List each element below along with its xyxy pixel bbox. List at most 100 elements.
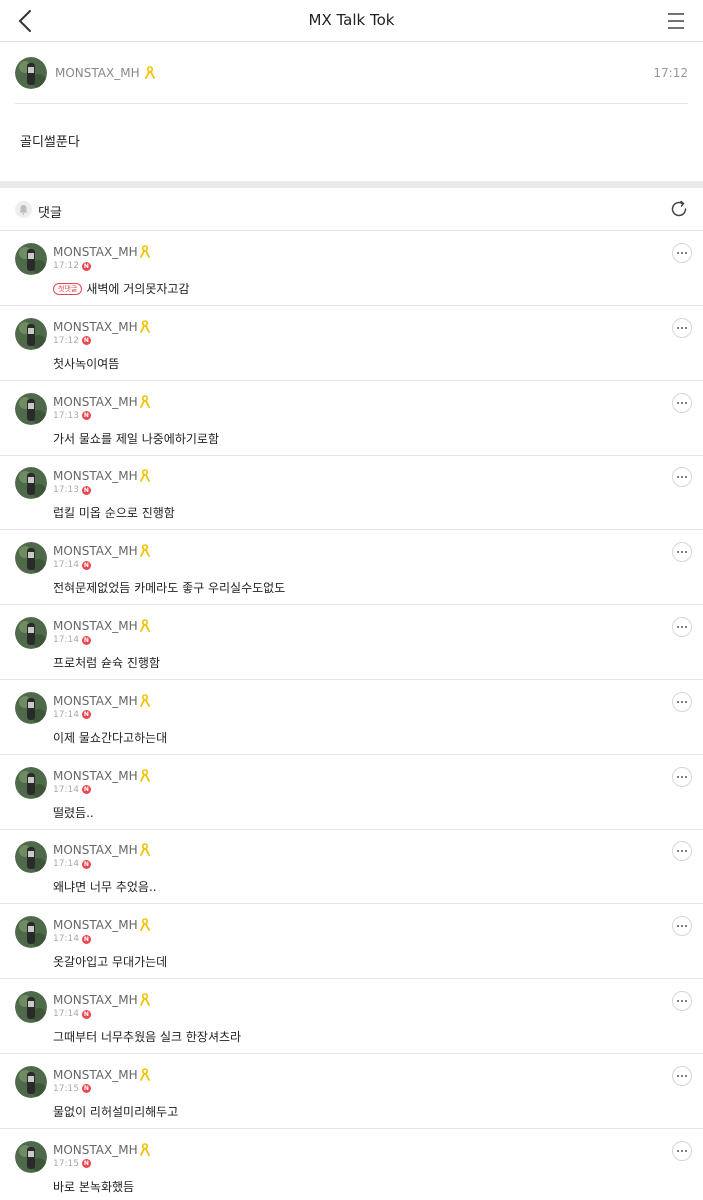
more-icon [677, 476, 679, 479]
comment-meta: 17:12 N [53, 261, 91, 271]
comment-time: 17:14 [53, 784, 79, 795]
more-icon [677, 700, 679, 703]
comment-item: MONSTAX_MH 17:15 N 물없이 리허설미리해두고 [0, 1054, 703, 1129]
comment-meta: 17:14 N [53, 934, 91, 944]
comment-time: 17:14 [53, 635, 79, 645]
more-options-button[interactable] [672, 691, 692, 712]
more-options-button[interactable] [672, 841, 692, 862]
avatar[interactable] [15, 691, 47, 724]
more-options-button[interactable] [672, 243, 692, 263]
avatar[interactable] [15, 991, 47, 1023]
avatar[interactable] [15, 1065, 47, 1098]
avatar[interactable] [15, 243, 47, 275]
more-options-button[interactable] [672, 542, 692, 563]
comment-username[interactable]: MONSTAX_MH [53, 769, 150, 783]
yellow-ribbon-icon [139, 319, 150, 333]
comment-text: 왜냐면 너무 추었음.. [53, 878, 157, 895]
more-options-button[interactable] [672, 467, 692, 488]
comment-item: MONSTAX_MH 17:14 N 그때부터 너무추웠음 실크 한장셔츠라 [0, 979, 703, 1054]
comment-username[interactable]: MONSTAX_MH [53, 320, 150, 334]
more-options-button[interactable] [672, 916, 692, 937]
comment-text: 떨렸듬.. [53, 804, 94, 821]
comment-username[interactable]: MONSTAX_MH [53, 918, 150, 932]
comment-body: 떨렸듬.. [53, 805, 94, 820]
comment-item: MONSTAX_MH 17:14 N 전혀문제없었듬 카메라도 좋구 우리실수도없도 [0, 530, 703, 606]
refresh-icon[interactable] [669, 199, 689, 219]
comment-meta: 17:14 N [53, 1009, 91, 1019]
comment-item: MONSTAX_MH 17:13 N 가서 물쇼를 제일 나중에하기로함 [0, 381, 703, 456]
avatar[interactable] [15, 392, 47, 425]
new-badge-icon: N [81, 485, 91, 495]
avatar[interactable] [15, 766, 47, 799]
comment-text: 가서 물쇼를 제일 나중에하기로함 [53, 430, 219, 447]
more-options-button[interactable] [672, 617, 692, 637]
new-badge-icon: N [81, 336, 91, 346]
new-badge-icon: N [81, 1159, 91, 1169]
comment-username[interactable]: MONSTAX_MH [53, 1143, 150, 1157]
avatar[interactable] [15, 1140, 47, 1173]
comment-time: 17:14 [53, 560, 79, 571]
comment-body: 프로처럼 슏슉 진행함 [53, 656, 160, 670]
new-badge-icon: N [81, 1009, 91, 1019]
post-body: 골디썰푼다 [20, 135, 80, 150]
yellow-ribbon-icon [145, 66, 156, 79]
comment-username[interactable]: MONSTAX_MH [53, 544, 150, 558]
comment-time: 17:14 [53, 1009, 79, 1019]
comment-username[interactable]: MONSTAX_MH [53, 395, 150, 409]
yellow-ribbon-icon [139, 993, 150, 1006]
comment-meta: 17:13 N [53, 485, 91, 495]
comment-username[interactable]: MONSTAX_MH [53, 1068, 150, 1082]
avatar[interactable] [15, 617, 47, 649]
more-options-button[interactable] [672, 392, 692, 413]
comment-username[interactable]: MONSTAX_MH [53, 694, 150, 708]
comment-time: 17:12 [53, 261, 79, 271]
more-icon [677, 326, 679, 329]
more-icon [677, 401, 679, 404]
more-options-button[interactable] [672, 991, 692, 1011]
comment-body: 이제 물쇼간다고하는대 [53, 730, 168, 745]
comment-username[interactable]: MONSTAX_MH [53, 469, 150, 483]
more-icon [677, 775, 679, 778]
avatar[interactable] [15, 57, 47, 89]
comment-meta: 17:14 N [53, 710, 91, 720]
comment-time: 17:14 [53, 859, 79, 870]
more-icon [677, 925, 679, 928]
new-badge-icon: N [81, 859, 91, 869]
more-options-button[interactable] [672, 1140, 692, 1161]
comment-text: 그때부터 너무추웠음 실크 한장셔츠라 [53, 1028, 241, 1045]
more-options-button[interactable] [672, 317, 692, 338]
comment-username[interactable]: MONSTAX_MH [53, 993, 150, 1007]
post-username[interactable]: MONSTAX_MH [55, 66, 156, 80]
menu-icon[interactable] [667, 12, 685, 30]
more-options-button[interactable] [672, 766, 692, 787]
avatar[interactable] [15, 467, 47, 500]
avatar[interactable] [15, 841, 47, 874]
comment-text: 첫댓글 새벽에 거의못자고감 [53, 280, 190, 297]
comment-item: MONSTAX_MH 17:15 N 바로 본녹화했듬 [0, 1129, 703, 1200]
avatar[interactable] [15, 916, 47, 949]
avatar[interactable] [15, 542, 47, 575]
comment-text: 전혀문제없었듬 카메라도 좋구 우리실수도없도 [53, 579, 285, 596]
comment-body: 옷갈아입고 무대가는데 [53, 955, 168, 970]
comment-item: MONSTAX_MH 17:12 N 첫사녹이여뜸 [0, 306, 703, 381]
comment-username[interactable]: MONSTAX_MH [53, 619, 150, 633]
comment-meta: 17:12 N [53, 336, 91, 346]
comment-item: MONSTAX_MH 17:14 N 옷갈아입고 무대가는데 [0, 904, 703, 980]
yellow-ribbon-icon [139, 469, 150, 483]
comments-header: 댓글 [0, 188, 703, 231]
comment-username[interactable]: MONSTAX_MH [53, 843, 150, 857]
yellow-ribbon-icon [139, 544, 150, 558]
comment-time: 17:14 [53, 709, 79, 720]
yellow-ribbon-icon [139, 619, 150, 632]
comment-meta: 17:15 N [53, 1159, 91, 1169]
comment-body: 전혀문제없었듬 카메라도 좋구 우리실수도없도 [53, 581, 286, 596]
comment-body: 그때부터 너무추웠음 실크 한장셔츠라 [53, 1030, 242, 1044]
avatar[interactable] [15, 317, 47, 350]
new-badge-icon: N [81, 785, 91, 795]
yellow-ribbon-icon [139, 768, 150, 782]
comment-time: 17:13 [53, 410, 79, 421]
comment-username[interactable]: MONSTAX_MH [53, 245, 150, 259]
more-options-button[interactable] [672, 1065, 692, 1086]
yellow-ribbon-icon [139, 918, 150, 932]
more-icon [677, 252, 679, 254]
